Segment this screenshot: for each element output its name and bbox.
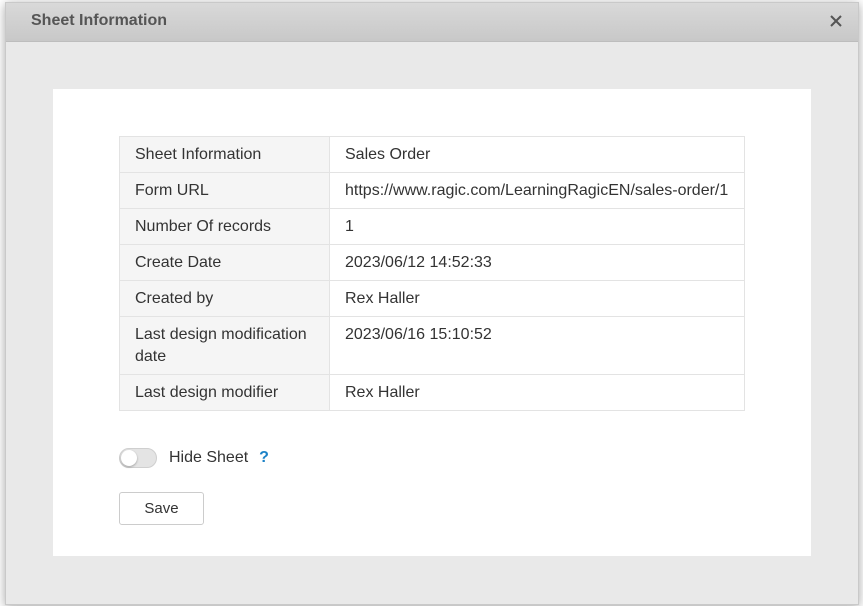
row-label: Create Date <box>119 244 330 281</box>
table-row: Last design modification date 2023/06/16… <box>119 316 745 375</box>
hide-sheet-toggle[interactable] <box>119 448 157 468</box>
row-value: Rex Haller <box>329 280 745 317</box>
form-url-value: https://www.ragic.com/LearningRagicEN/sa… <box>329 172 745 209</box>
close-icon[interactable] <box>826 11 846 31</box>
row-label: Number Of records <box>119 208 330 245</box>
dialog-header: Sheet Information <box>6 3 858 42</box>
row-value: 2023/06/16 15:10:52 <box>329 316 745 375</box>
table-row: Create Date 2023/06/12 14:52:33 <box>119 244 745 281</box>
hide-sheet-row: Hide Sheet ? <box>119 446 269 470</box>
sheet-info-table: Sheet Information Sales Order Form URL h… <box>119 136 745 411</box>
row-label: Form URL <box>119 172 330 209</box>
table-row: Sheet Information Sales Order <box>119 136 745 173</box>
row-value: Rex Haller <box>329 374 745 411</box>
dialog-title: Sheet Information <box>31 12 168 29</box>
toggle-knob <box>121 450 137 466</box>
row-label: Created by <box>119 280 330 317</box>
sheet-information-dialog: Sheet Information Sheet Information Sale… <box>5 2 859 605</box>
save-button[interactable]: Save <box>119 492 204 525</box>
table-row: Number Of records 1 <box>119 208 745 245</box>
row-value: Sales Order <box>329 136 745 173</box>
table-row: Last design modifier Rex Haller <box>119 374 745 411</box>
help-icon[interactable]: ? <box>259 449 269 467</box>
table-row: Created by Rex Haller <box>119 280 745 317</box>
row-value: 1 <box>329 208 745 245</box>
row-value: 2023/06/12 14:52:33 <box>329 244 745 281</box>
content-card: Sheet Information Sales Order Form URL h… <box>53 89 811 556</box>
row-label: Last design modifier <box>119 374 330 411</box>
row-label: Last design modification date <box>119 316 330 375</box>
row-label: Sheet Information <box>119 136 330 173</box>
hide-sheet-label: Hide Sheet <box>169 449 249 466</box>
table-row: Form URL https://www.ragic.com/LearningR… <box>119 172 745 209</box>
